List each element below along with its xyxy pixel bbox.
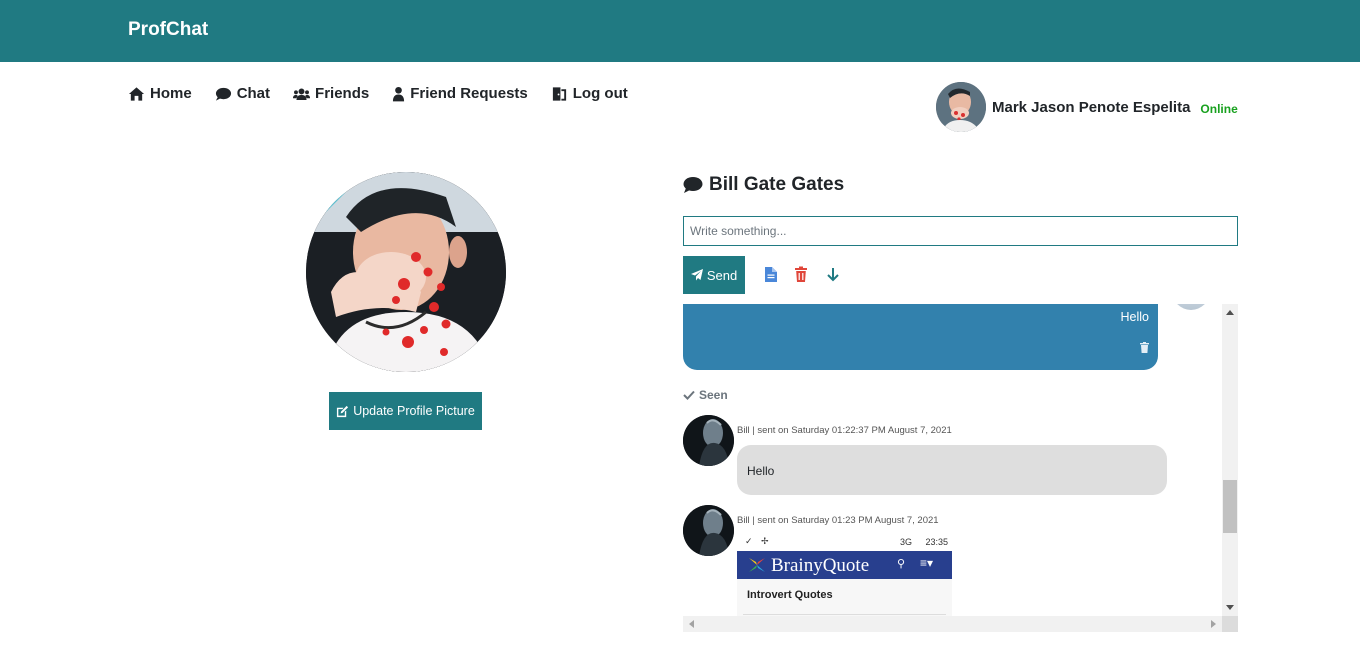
scrollbar-corner: [1222, 616, 1238, 632]
update-profile-picture-label: Update Profile Picture: [353, 404, 475, 418]
profile-photo: [306, 172, 506, 372]
chat-bubble-icon: [215, 87, 231, 101]
section-heading: Introvert Quotes: [747, 589, 833, 601]
user-icon: [393, 86, 405, 101]
nav-friend-requests-label: Friend Requests: [410, 85, 528, 102]
menu-icon: ≡▾: [920, 556, 934, 570]
pin-icon: ✢: [761, 536, 769, 546]
brainyquote-logo-text: BrainyQuote: [771, 555, 870, 576]
avatar: [683, 505, 734, 556]
trash-icon[interactable]: [793, 266, 809, 283]
divider: [743, 614, 946, 615]
check-icon: ✓: [745, 536, 753, 546]
top-navbar: ProfChat: [0, 0, 1360, 62]
nav-logout[interactable]: Log out: [551, 85, 628, 102]
file-icon[interactable]: [763, 266, 779, 283]
avatar: [1172, 304, 1210, 310]
message-text: Hello: [1120, 310, 1150, 324]
nav-friend-requests[interactable]: Friend Requests: [392, 85, 528, 102]
phone-status-bar: ✓ ✢ 3G 23:35: [737, 534, 952, 551]
avatar: [683, 415, 734, 466]
main-nav: Home Chat Friends Friend Requests Log ou…: [128, 85, 628, 102]
avatar-photo: [683, 505, 734, 556]
user-name: Mark Jason Penote Espelita: [992, 98, 1191, 116]
horizontal-scrollbar[interactable]: [683, 616, 1222, 632]
phone-clock: 23:35: [925, 537, 948, 547]
message-input[interactable]: [683, 216, 1238, 246]
chat-bubble-icon: [683, 177, 703, 193]
scroll-right-arrow[interactable]: [1211, 620, 1216, 628]
paper-plane-icon: [690, 269, 703, 281]
online-status: Online: [1200, 101, 1238, 116]
brainyquote-header: BrainyQuote ⚲ ≡▾: [737, 551, 952, 579]
nav-home[interactable]: Home: [128, 85, 192, 102]
nav-friends[interactable]: Friends: [293, 85, 369, 102]
avatar-photo: [936, 82, 986, 132]
nav-logout-label: Log out: [572, 85, 628, 102]
check-icon: [683, 390, 695, 400]
users-icon: [293, 87, 311, 100]
nav-home-label: Home: [150, 85, 192, 102]
home-icon: [128, 86, 145, 101]
arrow-down-icon[interactable]: [825, 266, 841, 283]
avatar-photo: [683, 415, 734, 466]
search-icon: ⚲: [897, 558, 906, 570]
current-user: Mark Jason Penote Espelita Online: [936, 82, 1238, 132]
send-label: Send: [706, 267, 738, 283]
seen-label: Seen: [699, 388, 728, 402]
incoming-message-bubble: Hello: [737, 445, 1167, 495]
update-profile-picture-button[interactable]: Update Profile Picture: [329, 392, 482, 430]
scrollbar-thumb[interactable]: [1223, 480, 1237, 533]
chat-recipient-name: Bill Gate Gates: [709, 174, 845, 195]
brand-logo[interactable]: ProfChat: [128, 19, 208, 41]
vertical-scrollbar[interactable]: [1222, 304, 1238, 616]
outgoing-message-bubble: Hello: [683, 304, 1158, 370]
message-list[interactable]: Hello Seen Bill | sent on Saturday 01:22…: [683, 304, 1238, 632]
brainyquote-logo-icon: [749, 558, 765, 572]
send-button[interactable]: Send: [683, 256, 745, 294]
delete-message-icon[interactable]: [1140, 342, 1149, 353]
message-meta: Bill | sent on Saturday 01:22:37 PM Augu…: [737, 425, 952, 436]
edit-icon: [337, 405, 349, 417]
nav-friends-label: Friends: [315, 85, 370, 102]
nav-chat[interactable]: Chat: [215, 85, 270, 102]
message-meta: Bill | sent on Saturday 01:23 PM August …: [737, 515, 939, 526]
door-exit-icon: [552, 86, 566, 101]
scroll-down-arrow[interactable]: [1226, 605, 1234, 610]
scroll-left-arrow[interactable]: [689, 620, 694, 628]
chat-header: Bill Gate Gates: [683, 174, 844, 196]
network-label: 3G: [899, 537, 912, 547]
profile-picture: [306, 172, 506, 372]
message-text: Hello: [747, 464, 775, 478]
nav-chat-label: Chat: [236, 85, 271, 102]
seen-indicator: Seen: [683, 388, 728, 402]
scroll-up-arrow[interactable]: [1226, 310, 1234, 315]
avatar[interactable]: [936, 82, 986, 132]
